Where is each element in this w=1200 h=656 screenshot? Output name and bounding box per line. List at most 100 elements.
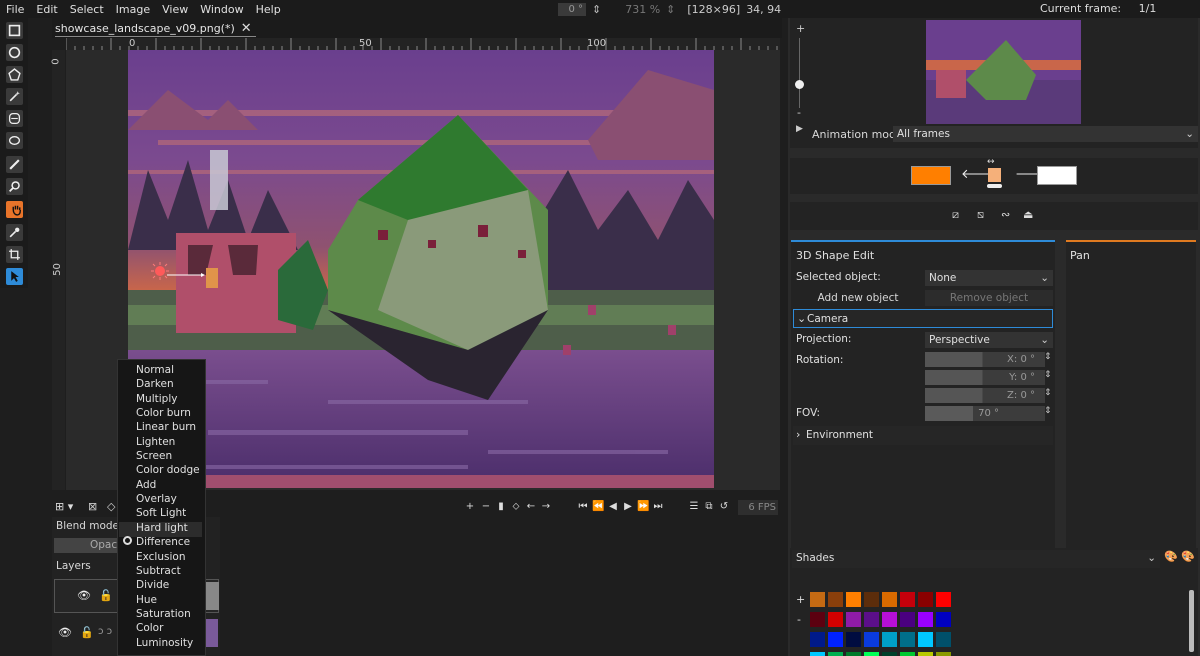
close-tab-icon[interactable]: ✕ — [241, 21, 252, 36]
palette-swatch[interactable] — [936, 612, 951, 627]
blend-option[interactable]: Saturation — [136, 608, 191, 620]
menu-image[interactable]: Image — [110, 3, 156, 16]
blend-option[interactable]: Color burn — [136, 407, 191, 419]
blend-option[interactable]: Lighten — [136, 436, 175, 448]
average-color-swatch[interactable] — [988, 168, 1001, 182]
paint-select-icon[interactable] — [6, 132, 23, 149]
document-tab[interactable]: showcase_landscape_v09.png(*) ✕ — [55, 21, 256, 37]
palette-swatch[interactable] — [864, 632, 879, 647]
blend-option[interactable]: Add — [136, 479, 156, 491]
blend-option[interactable]: Hue — [136, 594, 157, 606]
palette-swatch[interactable] — [846, 652, 861, 656]
animation-mode-select[interactable]: All frames ⌄ — [893, 126, 1198, 142]
add-frame-icon[interactable]: + — [464, 500, 476, 514]
rotation-spin-icon[interactable]: ⇕ — [592, 3, 601, 16]
blend-option[interactable]: Linear burn — [136, 421, 196, 433]
remove-layer-icon[interactable]: ⊠ — [88, 500, 100, 514]
palette-swatch[interactable] — [810, 612, 825, 627]
environment-section-header[interactable]: › Environment — [793, 426, 1053, 445]
spin-icon[interactable]: ⇕ — [1044, 370, 1052, 380]
pixel-art-canvas[interactable] — [128, 50, 714, 488]
ellipse-select-icon[interactable] — [6, 44, 23, 61]
fps-input[interactable]: 6 FPS — [738, 500, 778, 515]
pencil-icon[interactable] — [6, 156, 23, 173]
palette-swatch[interactable] — [864, 612, 879, 627]
loop-icon[interactable]: ↺ — [718, 500, 730, 514]
visibility-eye-icon[interactable]: 👁 — [58, 626, 72, 639]
pan-hand-icon[interactable] — [6, 201, 23, 218]
tag-frame-icon[interactable]: ⬦ — [510, 500, 522, 514]
palette-swatch[interactable] — [810, 592, 825, 607]
next-frame-icon[interactable]: ⏩ — [637, 500, 649, 514]
move-frame-right-icon[interactable]: → — [540, 500, 552, 514]
cursor-icon[interactable] — [6, 268, 23, 285]
opacity-slider[interactable]: Opaci — [54, 538, 118, 553]
add-color-icon[interactable]: + — [796, 593, 805, 606]
rotation-z-input[interactable]: Z: 0 ° — [925, 388, 1045, 403]
zoom-spin-icon[interactable]: ⇕ — [666, 3, 675, 16]
remove-color-icon[interactable]: - — [797, 613, 801, 626]
preview-zoom-handle[interactable] — [795, 80, 804, 89]
palette-swatch[interactable] — [936, 652, 951, 656]
first-frame-icon[interactable]: ⏮ — [577, 500, 589, 514]
blend-option[interactable]: Overlay — [136, 493, 177, 505]
palette-scrollbar[interactable] — [1189, 590, 1194, 652]
preview-zoom-out[interactable]: - — [797, 106, 801, 119]
play-icon[interactable]: ▶ — [622, 500, 634, 514]
menu-window[interactable]: Window — [194, 3, 249, 16]
menu-help[interactable]: Help — [250, 3, 287, 16]
blend-option[interactable]: Divide — [136, 579, 169, 591]
color-picker-icon[interactable] — [6, 224, 23, 241]
palette-swatch[interactable] — [828, 592, 843, 607]
spin-icon[interactable]: ⇕ — [1044, 406, 1052, 416]
palette-swatch[interactable] — [846, 632, 861, 647]
blend-option[interactable]: Screen — [136, 450, 172, 462]
palette-swatch[interactable] — [882, 592, 897, 607]
spin-icon[interactable]: ⇕ — [1044, 352, 1052, 362]
palette-swatch[interactable] — [936, 592, 951, 607]
blend-option[interactable]: Luminosity — [136, 637, 193, 649]
layer-action-icon[interactable]: ◇ — [107, 500, 117, 514]
add-layer-button[interactable]: ⊞ ▾ — [55, 500, 81, 514]
blend-option[interactable]: Subtract — [136, 565, 181, 577]
swap-colors-icon[interactable]: ↔ — [987, 157, 995, 167]
previous-frame-icon[interactable]: ⏪ — [592, 500, 604, 514]
palette-swatch[interactable] — [882, 612, 897, 627]
lock-icon[interactable]: 🔓 — [80, 626, 94, 639]
palette-swatch[interactable] — [882, 652, 897, 656]
selected-object-select[interactable]: None ⌄ — [925, 270, 1053, 286]
palette-swatch[interactable] — [936, 632, 951, 647]
menu-view[interactable]: View — [156, 3, 194, 16]
palette-swatch[interactable] — [900, 652, 915, 656]
zoom-readout[interactable]: 731 % — [625, 3, 660, 16]
timeline-settings-icon[interactable]: ☰ — [688, 500, 700, 514]
blend-option[interactable]: Normal — [136, 364, 174, 376]
remove-object-button[interactable]: Remove object — [925, 290, 1053, 306]
palette-swatch[interactable] — [810, 652, 825, 656]
remove-frame-icon[interactable]: − — [480, 500, 492, 514]
lasso-icon[interactable] — [6, 110, 23, 127]
menu-edit[interactable]: Edit — [30, 3, 63, 16]
palette-swatch[interactable] — [900, 632, 915, 647]
reset-colors-icon[interactable] — [987, 184, 1002, 188]
lock-icon[interactable]: 🔓 — [99, 589, 113, 602]
blend-option[interactable]: Multiply — [136, 393, 177, 405]
rotation-y-input[interactable]: Y: 0 ° — [925, 370, 1045, 385]
palette-swatch[interactable] — [918, 632, 933, 647]
blend-option[interactable]: Soft Light — [136, 507, 186, 519]
palette-swatch[interactable] — [810, 632, 825, 647]
play-preview-icon[interactable]: ▶ — [796, 124, 803, 134]
blend-option[interactable]: Exclusion — [136, 551, 185, 563]
add-object-button[interactable]: Add new object — [793, 290, 923, 306]
blend-option[interactable]: Hard light — [136, 522, 188, 534]
blend-option-selected[interactable]: Difference — [136, 536, 190, 548]
blend-option[interactable]: Darken — [136, 378, 174, 390]
palette-swatch[interactable] — [846, 612, 861, 627]
onion-skin-icon[interactable]: ⧉ — [703, 500, 715, 514]
blend-option[interactable]: Color — [136, 622, 163, 634]
pixel-perfect-icon[interactable]: ∾ — [1001, 208, 1010, 221]
rectangle-select-icon[interactable] — [6, 22, 23, 39]
dynamics-icon[interactable]: ⏏ — [1023, 208, 1033, 221]
palette-swatch[interactable] — [846, 592, 861, 607]
palette-swatch[interactable] — [864, 652, 879, 656]
